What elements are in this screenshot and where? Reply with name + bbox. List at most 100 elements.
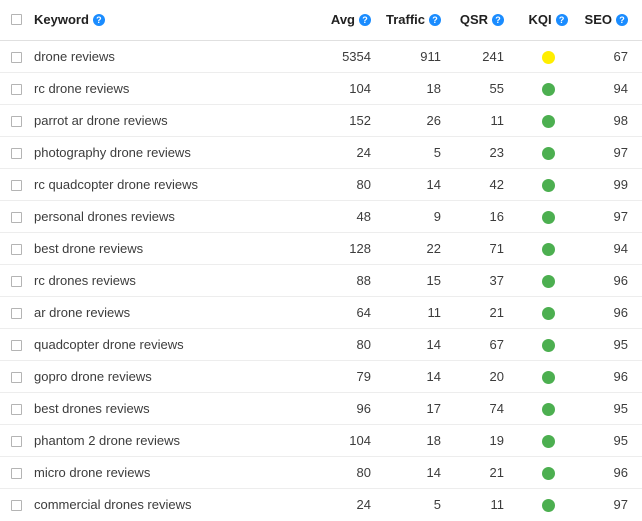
table-row[interactable]: quadcopter drone reviews 80 14 67 95 <box>0 328 642 361</box>
cell-avg: 104 <box>310 424 385 457</box>
cell-seo: 97 <box>613 496 628 512</box>
cell-avg: 80 <box>310 168 385 201</box>
help-icon-kqi[interactable]: ? <box>555 13 568 26</box>
table-row[interactable]: rc drone reviews 104 18 55 94 <box>0 72 642 105</box>
help-icon-qsr[interactable]: ? <box>492 13 504 26</box>
table-row[interactable]: phantom 2 drone reviews 104 18 19 95 <box>0 424 642 457</box>
table-row[interactable]: rc drones reviews 88 15 37 96 <box>0 264 642 297</box>
row-checkbox[interactable] <box>11 211 22 223</box>
kqi-status-dot-green <box>541 210 555 224</box>
cell-traffic: 17 <box>385 392 455 425</box>
header-cell-kqi[interactable]: KQI ? <box>518 0 578 41</box>
cell-keyword[interactable]: drone reviews <box>30 40 310 73</box>
header-cell-keyword[interactable]: Keyword ? <box>30 0 310 41</box>
row-select-cell <box>0 168 30 201</box>
cell-kqi <box>518 488 578 520</box>
table-row[interactable]: micro drone reviews 80 14 21 96 <box>0 456 642 489</box>
row-checkbox[interactable] <box>11 435 22 447</box>
row-checkbox[interactable] <box>11 275 22 287</box>
cell-traffic: 18 <box>385 72 455 105</box>
row-select-cell <box>0 136 30 169</box>
cell-qsr: 55 <box>455 72 518 105</box>
cell-keyword[interactable]: phantom 2 drone reviews <box>30 424 310 457</box>
cell-kqi <box>518 104 578 137</box>
header-label-keyword: Keyword <box>34 12 89 28</box>
cell-qsr: 16 <box>455 200 518 233</box>
table-row[interactable]: drone reviews 5354 911 241 67 <box>0 40 642 73</box>
header-cell-seo[interactable]: SEO ? <box>578 0 642 41</box>
row-checkbox[interactable] <box>11 51 22 63</box>
row-checkbox[interactable] <box>11 403 22 415</box>
cell-qsr: 37 <box>455 264 518 297</box>
cell-keyword[interactable]: rc drone reviews <box>30 72 310 105</box>
row-checkbox[interactable] <box>11 467 22 479</box>
table-row[interactable]: ar drone reviews 64 11 21 96 <box>0 296 642 329</box>
table-row[interactable]: personal drones reviews 48 9 16 97 <box>0 200 642 233</box>
row-select-cell <box>0 456 30 489</box>
cell-keyword[interactable]: commercial drones reviews <box>30 488 310 520</box>
row-checkbox[interactable] <box>11 179 22 191</box>
table-row[interactable]: rc quadcopter drone reviews 80 14 42 99 <box>0 168 642 201</box>
kqi-status-dot-green <box>541 242 555 256</box>
cell-traffic: 26 <box>385 104 455 137</box>
table-row[interactable]: photography drone reviews 24 5 23 97 <box>0 136 642 169</box>
header-cell-traffic[interactable]: Traffic ? <box>385 0 455 41</box>
cell-keyword[interactable]: quadcopter drone reviews <box>30 328 310 361</box>
header-label-seo: SEO <box>584 12 612 28</box>
row-select-cell <box>0 488 30 520</box>
cell-avg: 5354 <box>310 40 385 73</box>
help-icon-avg[interactable]: ? <box>359 13 371 26</box>
row-checkbox[interactable] <box>11 83 22 95</box>
kqi-status-dot-green <box>541 370 555 384</box>
header-cell-qsr[interactable]: QSR ? <box>455 0 518 41</box>
table-row[interactable]: best drones reviews 96 17 74 95 <box>0 392 642 425</box>
kqi-status-dot-green <box>541 146 555 160</box>
cell-keyword[interactable]: best drone reviews <box>30 232 310 265</box>
cell-keyword[interactable]: personal drones reviews <box>30 200 310 233</box>
row-checkbox[interactable] <box>11 307 22 319</box>
cell-keyword[interactable]: rc drones reviews <box>30 264 310 297</box>
cell-seo: 97 <box>578 136 642 169</box>
cell-avg: 152 <box>310 104 385 137</box>
table-row[interactable]: parrot ar drone reviews 152 26 11 98 <box>0 104 642 137</box>
cell-keyword[interactable]: gopro drone reviews <box>30 360 310 393</box>
cell-seo: 95 <box>578 392 642 425</box>
table-body: drone reviews 5354 911 241 67 rc drone review… <box>0 40 642 520</box>
header-label-traffic: Traffic <box>385 12 425 28</box>
cell-keyword[interactable]: ar drone reviews <box>30 296 310 329</box>
row-checkbox[interactable] <box>11 339 22 351</box>
help-icon-traffic[interactable]: ? <box>429 13 441 26</box>
table-row[interactable]: best drone reviews 128 22 71 94 <box>0 232 642 265</box>
row-select-cell <box>0 296 30 329</box>
cell-keyword[interactable]: rc quadcopter drone reviews <box>30 168 310 201</box>
table-row[interactable]: commercial drones reviews 24 5 11 97 <box>0 488 642 520</box>
cell-avg: 80 <box>310 456 385 489</box>
cell-keyword[interactable]: micro drone reviews <box>30 456 310 489</box>
cell-traffic: 14 <box>385 328 455 361</box>
cell-keyword[interactable]: parrot ar drone reviews <box>30 104 310 137</box>
select-all-checkbox[interactable] <box>11 14 22 26</box>
cell-kqi <box>518 360 578 393</box>
row-checkbox[interactable] <box>11 115 22 127</box>
header-cell-select-all <box>0 0 30 41</box>
cell-avg: 88 <box>310 264 385 297</box>
row-select-cell <box>0 200 30 233</box>
help-icon-keyword[interactable]: ? <box>92 13 105 26</box>
table-row[interactable]: gopro drone reviews 79 14 20 96 <box>0 360 642 393</box>
cell-keyword[interactable]: photography drone reviews <box>30 136 310 169</box>
help-icon-seo[interactable]: ? <box>616 13 628 26</box>
table-header-row: Keyword ? Avg ? Traffic ? QSR ? KQI ? SE… <box>0 0 642 41</box>
header-cell-avg[interactable]: Avg ? <box>310 0 385 41</box>
kqi-status-dot-green <box>541 434 555 448</box>
row-checkbox[interactable] <box>11 147 22 159</box>
row-checkbox[interactable] <box>11 499 22 511</box>
cell-kqi <box>518 72 578 105</box>
row-select-cell <box>0 40 30 73</box>
cell-kqi <box>518 232 578 265</box>
row-checkbox[interactable] <box>11 243 22 255</box>
row-checkbox[interactable] <box>11 371 22 383</box>
cell-kqi <box>518 200 578 233</box>
cell-keyword[interactable]: best drones reviews <box>30 392 310 425</box>
cell-qsr: 11 <box>455 104 518 137</box>
kqi-status-dot-green <box>541 274 555 288</box>
